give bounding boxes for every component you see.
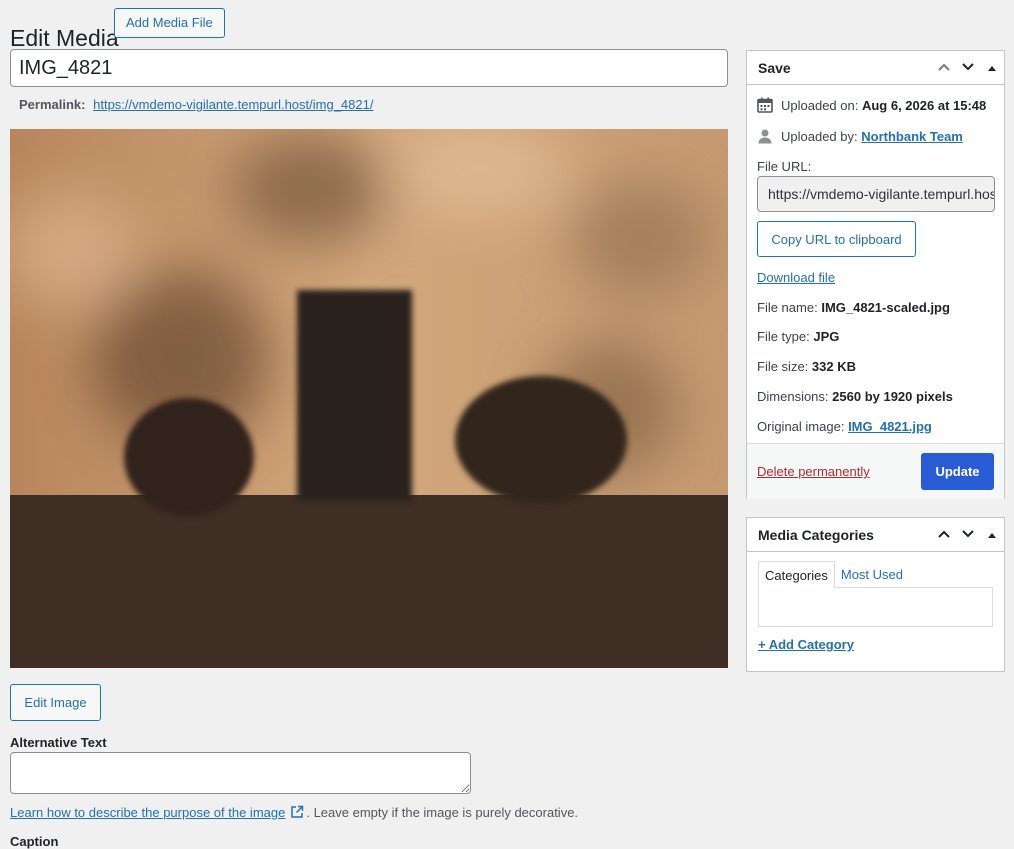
- major-publishing-actions: Delete permanently Update: [747, 443, 1004, 499]
- uploaded-by-label: Uploaded by:: [781, 128, 858, 144]
- save-box: Save Uploaded on: Aug 6, 2026 at 15:48 U…: [746, 50, 1005, 499]
- toggle-panel-button[interactable]: [980, 51, 1004, 85]
- caret-up-icon: [987, 527, 997, 542]
- update-button[interactable]: Update: [921, 453, 994, 490]
- permalink-link[interactable]: https://vmdemo-vigilante.tempurl.host/im…: [93, 97, 373, 112]
- save-box-handle-actions: [932, 51, 1004, 84]
- download-row: Download file: [757, 270, 835, 285]
- file-size-value: 332 KB: [811, 359, 856, 374]
- uploaded-on-row: Uploaded on: Aug 6, 2026 at 15:48: [757, 97, 986, 113]
- dimensions-label: Dimensions:: [757, 389, 829, 404]
- alt-text-input[interactable]: [10, 752, 471, 794]
- file-size-row: File size: 332 KB: [757, 359, 856, 374]
- file-url-field[interactable]: https://vmdemo-vigilante.tempurl.host/wp…: [757, 176, 995, 212]
- dimensions-row: Dimensions: 2560 by 1920 pixels: [757, 389, 953, 404]
- file-name-row: File name: IMG_4821-scaled.jpg: [757, 300, 950, 315]
- caret-up-icon: [987, 60, 997, 75]
- uploaded-on-label: Uploaded on:: [781, 97, 859, 113]
- categories-box-title: Media Categories: [758, 526, 874, 543]
- delete-permanently-link[interactable]: Delete permanently: [757, 464, 870, 479]
- alt-text-help-suffix: . Leave empty if the image is purely dec…: [306, 805, 579, 820]
- add-category-link[interactable]: + Add Category: [758, 637, 854, 652]
- image-preview-graphic: [10, 129, 728, 668]
- save-box-header: Save: [747, 51, 1004, 85]
- categories-move-up-button[interactable]: [932, 518, 956, 552]
- alt-text-label: Alternative Text: [10, 735, 107, 750]
- file-type-row: File type: JPG: [757, 329, 839, 344]
- permalink-label: Permalink:: [19, 97, 86, 112]
- download-file-link[interactable]: Download file: [757, 270, 835, 285]
- dimensions-value: 2560 by 1920 pixels: [832, 389, 953, 404]
- edit-image-button[interactable]: Edit Image: [10, 684, 101, 721]
- original-image-label: Original image:: [757, 419, 845, 434]
- file-name-value: IMG_4821-scaled.jpg: [821, 300, 950, 315]
- categories-box-header: Media Categories: [747, 518, 1004, 552]
- tab-categories[interactable]: Categories: [758, 561, 835, 589]
- save-box-title: Save: [758, 59, 791, 76]
- uploaded-by-row: Uploaded by: Northbank Team: [757, 128, 963, 144]
- category-tabs: Categories Most Used: [758, 561, 909, 589]
- user-icon: [757, 128, 773, 144]
- chevron-down-icon: [961, 527, 975, 542]
- permalink: Permalink: https://vmdemo-vigilante.temp…: [19, 97, 373, 112]
- media-image-preview: [10, 129, 728, 668]
- copy-url-button[interactable]: Copy URL to clipboard: [757, 221, 916, 257]
- original-image-row: Original image: IMG_4821.jpg: [757, 419, 932, 434]
- chevron-up-icon: [937, 527, 951, 542]
- move-up-button[interactable]: [932, 51, 956, 85]
- categories-handle-actions: [932, 518, 1004, 551]
- tab-most-used[interactable]: Most Used: [835, 561, 909, 589]
- uploaded-by-link[interactable]: Northbank Team: [861, 129, 963, 144]
- alt-text-help: Learn how to describe the purpose of the…: [10, 805, 578, 822]
- categories-toggle-button[interactable]: [980, 518, 1004, 552]
- file-size-label: File size:: [757, 359, 809, 374]
- external-link-icon: [290, 805, 304, 822]
- file-type-label: File type:: [757, 329, 810, 344]
- move-down-button[interactable]: [956, 51, 980, 85]
- uploaded-on-value: Aug 6, 2026 at 15:48: [861, 97, 987, 113]
- chevron-down-icon: [961, 60, 975, 75]
- file-url-label: File URL:: [757, 159, 812, 174]
- categories-move-down-button[interactable]: [956, 518, 980, 552]
- calendar-icon: [757, 97, 773, 113]
- original-image-link[interactable]: IMG_4821.jpg: [848, 419, 932, 434]
- chevron-up-icon: [937, 60, 951, 75]
- file-name-label: File name:: [757, 300, 818, 315]
- media-categories-box: Media Categories Categories Most Used + …: [746, 517, 1005, 672]
- file-type-value: JPG: [813, 329, 840, 344]
- media-title-input[interactable]: [10, 49, 728, 87]
- categories-checklist: [758, 587, 993, 627]
- add-media-file-button[interactable]: Add Media File: [114, 8, 225, 38]
- alt-text-help-link[interactable]: Learn how to describe the purpose of the…: [10, 805, 285, 820]
